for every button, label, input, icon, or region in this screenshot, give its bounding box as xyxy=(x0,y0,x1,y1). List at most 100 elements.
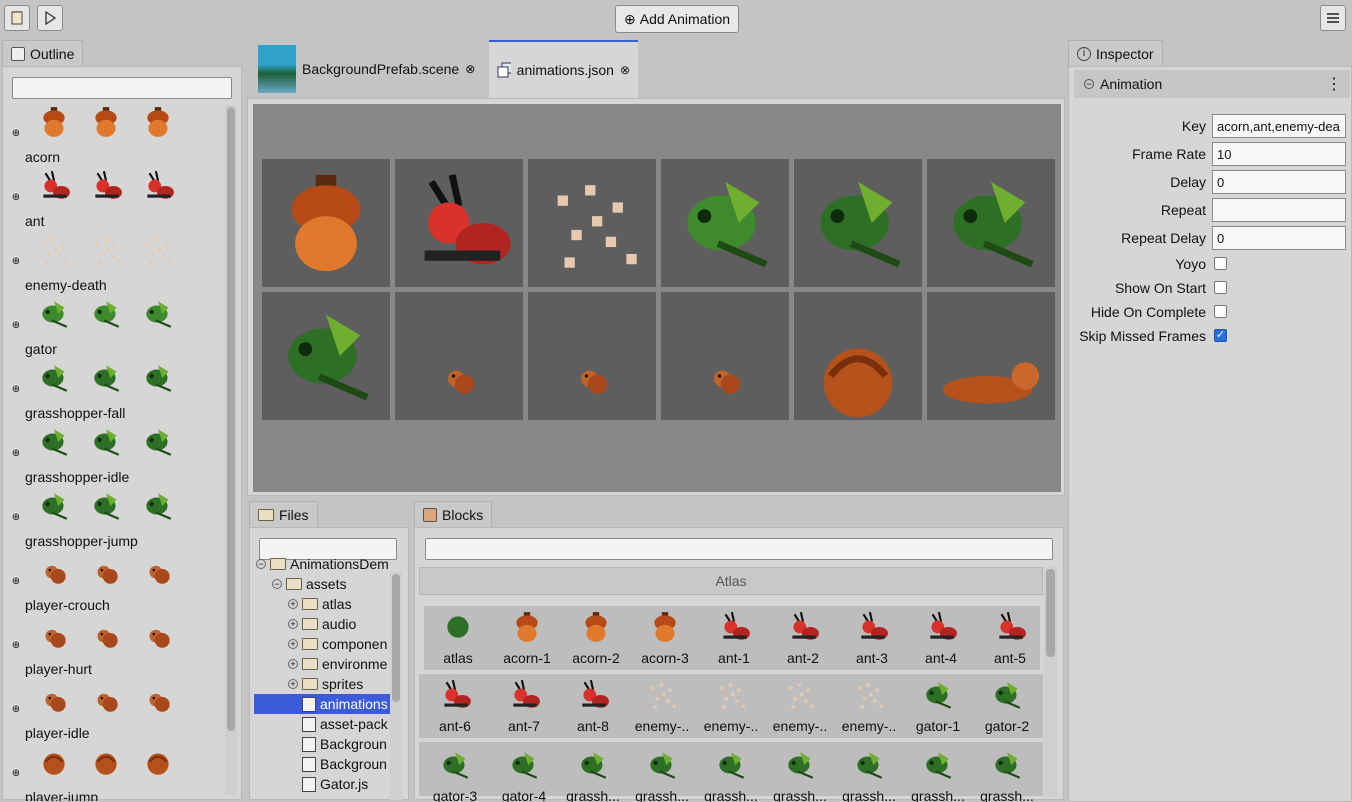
tab-blocks[interactable]: Blocks xyxy=(414,501,493,527)
expand-icon[interactable]: ⊕ xyxy=(11,321,21,331)
animation-preview-cell[interactable] xyxy=(661,292,789,420)
tab-animations-json[interactable]: animations.json ⊗ xyxy=(489,40,638,98)
tree-file[interactable]: Backgroun xyxy=(254,754,390,774)
block-item[interactable]: grassh... xyxy=(973,742,1041,802)
block-item[interactable]: ant-1 xyxy=(700,606,768,670)
menu-button[interactable] xyxy=(1320,5,1346,31)
outline-item[interactable]: ⊕ acorn xyxy=(11,105,223,169)
block-item[interactable]: acorn-2 xyxy=(562,606,630,670)
animation-preview-cell[interactable] xyxy=(395,159,523,287)
block-item[interactable]: ant-4 xyxy=(907,606,975,670)
expand-icon[interactable]: + xyxy=(288,599,298,609)
outline-item[interactable]: ⊕ player-hurt xyxy=(11,617,223,681)
block-item[interactable]: gator-3 xyxy=(421,742,489,802)
expand-icon[interactable]: ⊕ xyxy=(11,449,21,459)
field-input[interactable]: 10 xyxy=(1212,142,1346,166)
block-item[interactable]: enemy-.. xyxy=(628,674,696,738)
play-button[interactable] xyxy=(37,5,63,31)
collapse-icon[interactable]: − xyxy=(272,579,282,589)
expand-icon[interactable]: + xyxy=(288,639,298,649)
expand-icon[interactable]: ⊕ xyxy=(11,641,21,651)
tree-folder[interactable]: + componen xyxy=(254,634,390,654)
tree-folder[interactable]: + atlas xyxy=(254,594,390,614)
block-item[interactable]: gator-2 xyxy=(973,674,1041,738)
block-item[interactable]: ant-8 xyxy=(559,674,627,738)
animation-preview-cell[interactable] xyxy=(262,292,390,420)
block-item[interactable]: enemy-.. xyxy=(835,674,903,738)
block-item[interactable]: ant-5 xyxy=(976,606,1044,670)
block-item[interactable]: grassh... xyxy=(628,742,696,802)
field-input[interactable]: 0 xyxy=(1212,226,1346,250)
animation-preview-cell[interactable] xyxy=(262,159,390,287)
block-item[interactable]: acorn-3 xyxy=(631,606,699,670)
animation-preview-cell[interactable] xyxy=(528,159,656,287)
outline-item[interactable]: ⊕ grasshopper-idle xyxy=(11,425,223,489)
field-input[interactable]: acorn,ant,enemy-dea xyxy=(1212,114,1346,138)
checkbox[interactable] xyxy=(1214,257,1227,270)
tree-file[interactable]: animations xyxy=(254,694,394,714)
collapse-icon[interactable]: − xyxy=(256,559,266,569)
outline-item[interactable]: ⊕ gator xyxy=(11,297,223,361)
tab-inspector[interactable]: i Inspector xyxy=(1068,40,1163,66)
outline-item[interactable]: ⊕ enemy-death xyxy=(11,233,223,297)
block-item[interactable]: ant-6 xyxy=(421,674,489,738)
checkbox[interactable]: ✓ xyxy=(1214,329,1227,342)
block-item[interactable]: ant-7 xyxy=(490,674,558,738)
tree-folder[interactable]: − assets xyxy=(254,574,390,594)
collapse-icon[interactable]: − xyxy=(1084,79,1094,89)
block-item[interactable]: grassh... xyxy=(835,742,903,802)
tree-folder[interactable]: + audio xyxy=(254,614,390,634)
close-icon[interactable]: ⊗ xyxy=(465,62,475,76)
expand-icon[interactable]: + xyxy=(288,679,298,689)
animation-preview-cell[interactable] xyxy=(661,159,789,287)
blocks-scroll-thumb[interactable] xyxy=(1046,569,1055,657)
expand-icon[interactable]: ⊕ xyxy=(11,705,21,715)
block-item[interactable]: ant-2 xyxy=(769,606,837,670)
outline-search-input[interactable] xyxy=(12,77,232,99)
expand-icon[interactable]: ⊕ xyxy=(11,193,21,203)
expand-icon[interactable]: ⊕ xyxy=(11,513,21,523)
expand-icon[interactable]: + xyxy=(288,659,298,669)
animation-section-header[interactable]: − Animation ⋮ xyxy=(1074,70,1350,98)
animation-preview-cell[interactable] xyxy=(794,292,922,420)
tree-file[interactable]: asset-pack xyxy=(254,714,390,734)
expand-icon[interactable]: + xyxy=(288,619,298,629)
block-item[interactable]: enemy-.. xyxy=(766,674,834,738)
new-file-button[interactable] xyxy=(4,5,30,31)
field-input[interactable] xyxy=(1212,198,1346,222)
outline-item[interactable]: ⊕ player-idle xyxy=(11,681,223,745)
tree-file[interactable]: Gator.js xyxy=(254,774,390,794)
tree-folder[interactable]: + sprites xyxy=(254,674,390,694)
block-item[interactable]: ant-3 xyxy=(838,606,906,670)
checkbox[interactable] xyxy=(1214,281,1227,294)
files-search-input[interactable] xyxy=(259,538,397,560)
animation-preview-cell[interactable] xyxy=(927,159,1055,287)
block-item[interactable]: grassh... xyxy=(697,742,765,802)
checkbox[interactable] xyxy=(1214,305,1227,318)
outline-item[interactable]: ⊕ grasshopper-jump xyxy=(11,489,223,553)
tree-folder[interactable]: + environme xyxy=(254,654,390,674)
files-scroll-thumb[interactable] xyxy=(392,574,400,702)
tree-file[interactable]: Backgroun xyxy=(254,734,390,754)
block-item[interactable]: atlas xyxy=(424,606,492,670)
expand-icon[interactable]: ⊕ xyxy=(11,769,21,779)
expand-icon[interactable]: ⊕ xyxy=(11,129,21,139)
animation-preview-cell[interactable] xyxy=(794,159,922,287)
block-item[interactable]: grassh... xyxy=(559,742,627,802)
block-item[interactable]: grassh... xyxy=(766,742,834,802)
block-item[interactable]: gator-4 xyxy=(490,742,558,802)
tab-outline[interactable]: Outline xyxy=(2,40,84,66)
animation-preview-cell[interactable] xyxy=(528,292,656,420)
files-scrollbar[interactable] xyxy=(390,572,402,800)
expand-icon[interactable]: ⊕ xyxy=(11,577,21,587)
more-icon[interactable]: ⋮ xyxy=(1326,74,1342,94)
outline-item[interactable]: ⊕ ant xyxy=(11,169,223,233)
outline-scrollbar[interactable] xyxy=(225,105,237,795)
block-item[interactable]: acorn-1 xyxy=(493,606,561,670)
tab-background-prefab[interactable]: BackgroundPrefab.scene ⊗ xyxy=(250,40,488,98)
block-item[interactable]: enemy-.. xyxy=(697,674,765,738)
outline-item[interactable]: ⊕ player-crouch xyxy=(11,553,223,617)
add-animation-button[interactable]: ⊕ Add Animation xyxy=(615,5,740,33)
block-item[interactable]: gator-1 xyxy=(904,674,972,738)
blocks-search-input[interactable] xyxy=(425,538,1053,560)
